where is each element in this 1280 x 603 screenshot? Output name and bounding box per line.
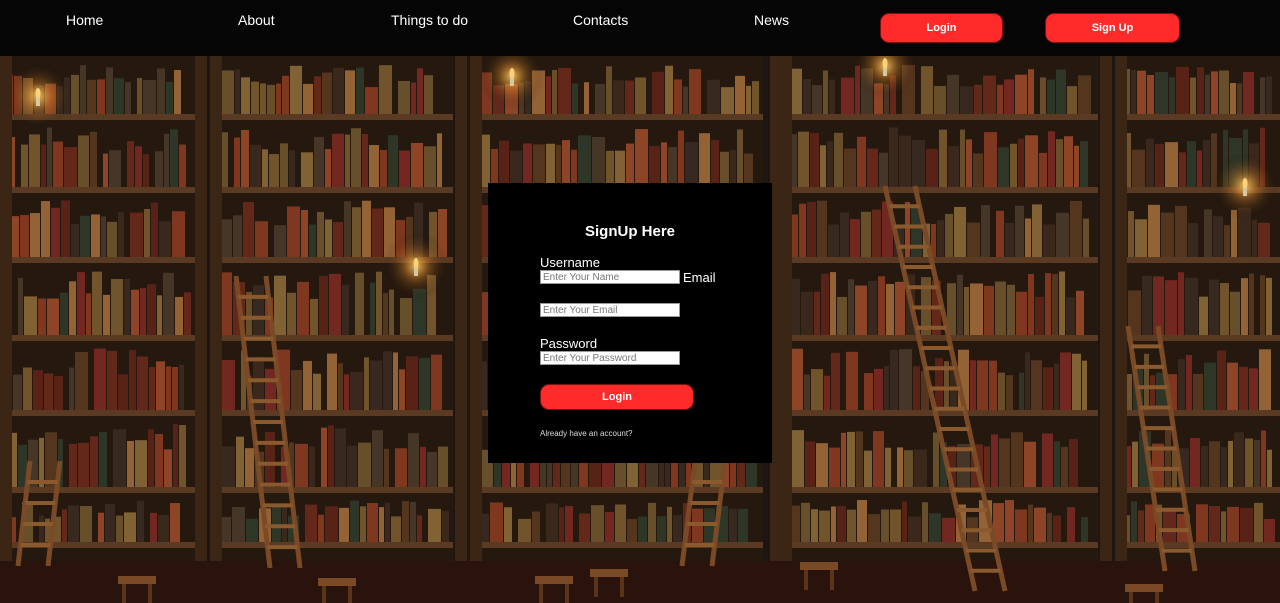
nav-login-button[interactable]: Login [880, 13, 1003, 43]
nav-contacts-link[interactable]: Contacts [573, 12, 628, 28]
password-input[interactable] [540, 351, 680, 365]
signup-panel: SignUp Here Username Email Password Logi… [488, 183, 772, 463]
email-label: Email [683, 270, 716, 285]
username-label: Username [540, 255, 600, 270]
password-label: Password [540, 336, 598, 351]
username-input[interactable] [540, 270, 680, 284]
email-input[interactable] [540, 303, 680, 317]
nav-home-link[interactable]: Home [66, 12, 103, 28]
nav-signup-button[interactable]: Sign Up [1045, 13, 1180, 43]
nav-news-link[interactable]: News [754, 12, 789, 28]
nav-things-to-do-link[interactable]: Things to do [391, 12, 468, 28]
nav-about-link[interactable]: About [238, 12, 275, 28]
login-submit-button[interactable]: Login [540, 384, 694, 410]
already-have-account-link[interactable]: Already have an account? [540, 429, 633, 438]
signup-title: SignUp Here [584, 223, 675, 240]
top-nav: Home About Things to do Contacts News Lo… [0, 0, 1280, 56]
